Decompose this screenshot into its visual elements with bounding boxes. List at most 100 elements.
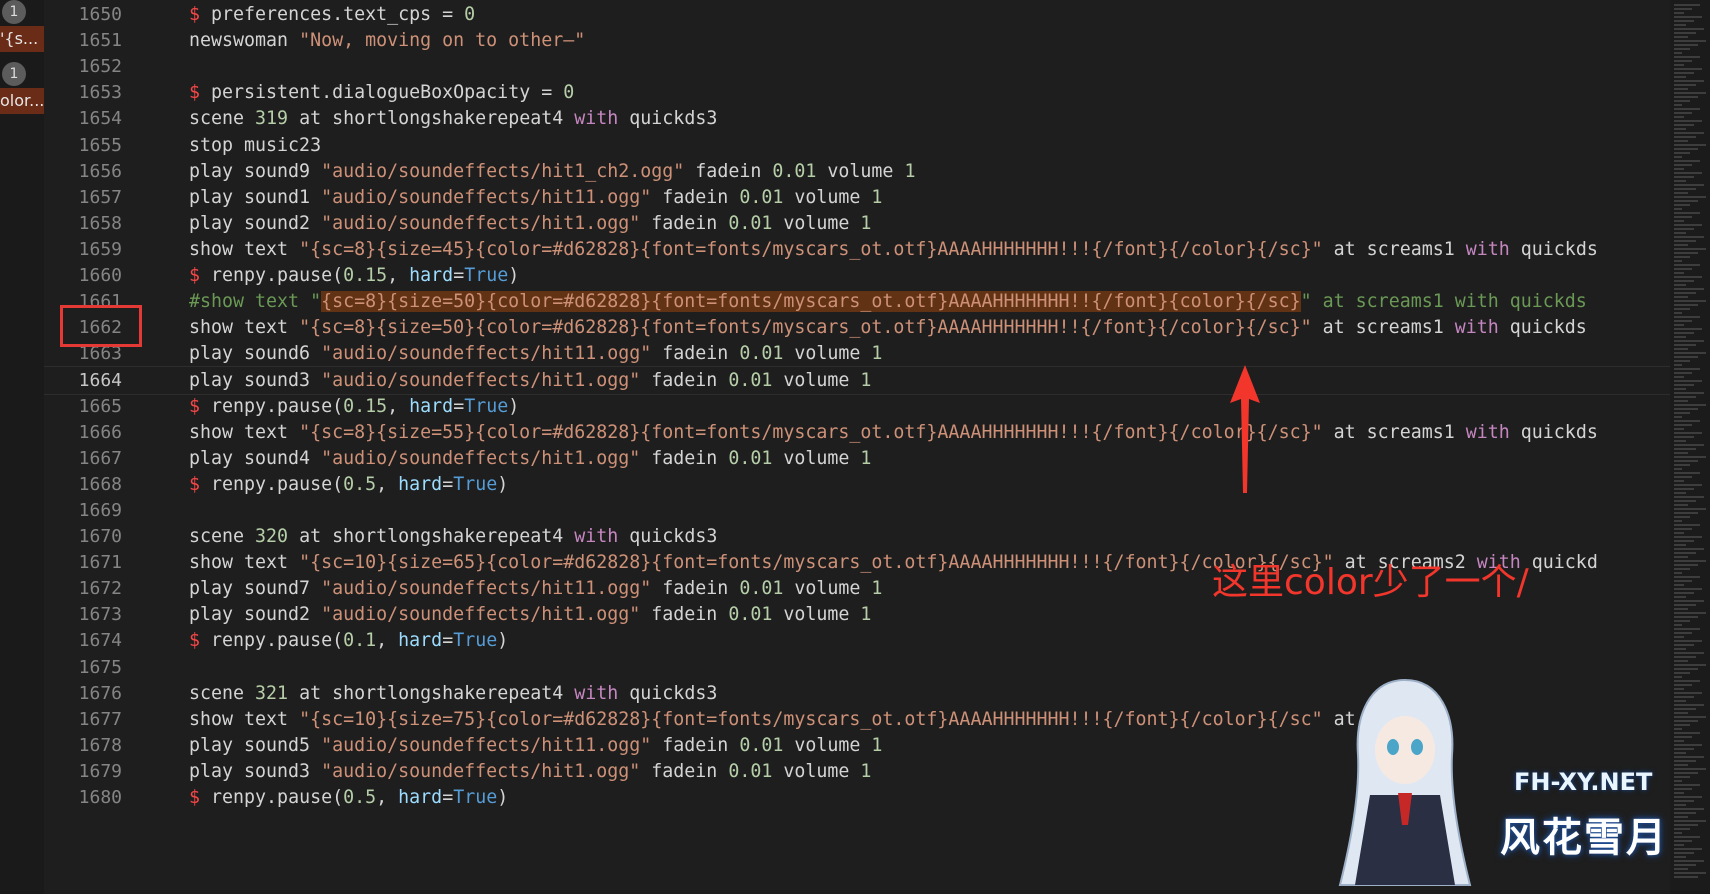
minimap-line bbox=[1674, 200, 1698, 202]
code-text[interactable]: show text "{sc=8}{size=50}{color=#d62828… bbox=[189, 314, 1587, 343]
minimap-line bbox=[1674, 492, 1686, 494]
code-line[interactable]: 1668 $ renpy.pause(0.5, hard=True) bbox=[44, 471, 1670, 500]
minimap-line bbox=[1674, 168, 1684, 170]
code-line[interactable]: 1656 play sound9 "audio/soundeffects/hit1… bbox=[44, 158, 1670, 187]
minimap-line bbox=[1674, 820, 1706, 822]
minimap-line bbox=[1674, 852, 1694, 854]
minimap-line bbox=[1674, 328, 1702, 330]
code-line[interactable]: 1664 play sound3 "audio/soundeffects/hit1… bbox=[44, 366, 1670, 395]
code-text[interactable]: $ preferences.text_cps = 0 bbox=[189, 1, 475, 30]
minimap-line bbox=[1674, 196, 1706, 198]
code-text[interactable]: scene 321 at shortlongshakerepeat4 with … bbox=[189, 680, 717, 709]
code-line[interactable]: 1673 play sound2 "audio/soundeffects/hit1… bbox=[44, 601, 1670, 630]
minimap-line bbox=[1674, 572, 1682, 574]
minimap-line bbox=[1674, 280, 1694, 282]
minimap-line bbox=[1674, 736, 1692, 738]
minimap-line bbox=[1674, 848, 1702, 850]
minimap-line bbox=[1674, 360, 1690, 362]
code-line[interactable]: 1659 show text "{sc=8}{size=45}{color=#d6… bbox=[44, 236, 1670, 265]
minimap-line bbox=[1674, 524, 1700, 526]
minimap-line bbox=[1674, 452, 1688, 454]
code-line[interactable]: 1667 play sound4 "audio/soundeffects/hit1… bbox=[44, 445, 1670, 474]
watermark-logo: 风花雪月 bbox=[1500, 815, 1668, 861]
code-line[interactable]: 1665 $ renpy.pause(0.15, hard=True) bbox=[44, 393, 1670, 422]
code-text[interactable]: stop music23 bbox=[189, 132, 321, 161]
code-text[interactable]: play sound7 "audio/soundeffects/hit11.og… bbox=[189, 575, 882, 604]
minimap-line bbox=[1674, 12, 1684, 14]
code-line[interactable]: 1655 stop music23 bbox=[44, 132, 1670, 161]
minimap-line bbox=[1674, 440, 1686, 442]
code-line[interactable]: 1653 $ persistent.dialogueBoxOpacity = 0 bbox=[44, 79, 1670, 108]
minimap-line bbox=[1674, 120, 1702, 122]
code-text[interactable]: play sound5 "audio/soundeffects/hit11.og… bbox=[189, 732, 882, 761]
code-text[interactable]: play sound3 "audio/soundeffects/hit1.ogg… bbox=[189, 758, 871, 787]
minimap-line bbox=[1674, 108, 1700, 110]
minimap-line bbox=[1674, 176, 1694, 178]
line-number: 1668 bbox=[78, 473, 122, 495]
code-text[interactable]: show text "{sc=8}{size=55}{color=#d62828… bbox=[189, 419, 1598, 448]
minimap-line bbox=[1674, 316, 1700, 318]
code-text[interactable]: $ persistent.dialogueBoxOpacity = 0 bbox=[189, 79, 574, 108]
minimap-line bbox=[1674, 428, 1684, 430]
code-text[interactable]: $ renpy.pause(0.1, hard=True) bbox=[189, 627, 508, 656]
code-text[interactable]: play sound9 "audio/soundeffects/hit1_ch2… bbox=[189, 158, 915, 187]
code-text[interactable]: $ renpy.pause(0.5, hard=True) bbox=[189, 784, 508, 813]
code-text[interactable]: #show text "{sc=8}{size=50}{color=#d6282… bbox=[189, 288, 1587, 317]
code-line[interactable]: 1657 play sound1 "audio/soundeffects/hit1… bbox=[44, 184, 1670, 213]
line-number: 1659 bbox=[78, 238, 122, 260]
minimap-line bbox=[1674, 664, 1706, 666]
minimap-line bbox=[1674, 752, 1686, 754]
minimap-line bbox=[1674, 20, 1694, 22]
minimap-line bbox=[1674, 156, 1682, 158]
code-line[interactable]: 1670 scene 320 at shortlongshakerepeat4 w… bbox=[44, 523, 1670, 552]
minimap-line bbox=[1674, 348, 1688, 350]
line-number: 1669 bbox=[78, 499, 122, 521]
code-line[interactable]: 1660 $ renpy.pause(0.15, hard=True) bbox=[44, 262, 1670, 291]
minimap-line bbox=[1674, 384, 1694, 386]
code-line[interactable]: 1666 show text "{sc=8}{size=55}{color=#d6… bbox=[44, 419, 1670, 448]
minimap-line bbox=[1674, 148, 1698, 150]
minimap-line bbox=[1674, 24, 1686, 26]
minimap[interactable] bbox=[1670, 0, 1710, 894]
code-text[interactable]: play sound1 "audio/soundeffects/hit11.og… bbox=[189, 184, 882, 213]
minimap-line bbox=[1674, 476, 1692, 478]
minimap-line bbox=[1674, 724, 1690, 726]
line-number: 1656 bbox=[78, 160, 122, 182]
code-text[interactable]: play sound4 "audio/soundeffects/hit1.ogg… bbox=[189, 445, 871, 474]
code-line[interactable]: 1669 bbox=[44, 497, 1670, 526]
minimap-line bbox=[1674, 208, 1682, 210]
minimap-line bbox=[1674, 780, 1682, 782]
code-text[interactable]: play sound2 "audio/soundeffects/hit1.ogg… bbox=[189, 210, 871, 239]
minimap-line bbox=[1674, 64, 1684, 66]
minimap-line bbox=[1674, 484, 1702, 486]
code-text[interactable]: $ renpy.pause(0.5, hard=True) bbox=[189, 471, 508, 500]
code-text[interactable]: scene 320 at shortlongshakerepeat4 with … bbox=[189, 523, 717, 552]
code-line[interactable]: 1674 $ renpy.pause(0.1, hard=True) bbox=[44, 627, 1670, 656]
minimap-line bbox=[1674, 188, 1696, 190]
code-text[interactable]: $ renpy.pause(0.15, hard=True) bbox=[189, 393, 519, 422]
minimap-line bbox=[1674, 592, 1694, 594]
code-text[interactable]: play sound2 "audio/soundeffects/hit1.ogg… bbox=[189, 601, 871, 630]
minimap-line bbox=[1674, 528, 1692, 530]
minimap-line bbox=[1674, 140, 1688, 142]
minimap-line bbox=[1674, 264, 1700, 266]
code-text[interactable]: play sound6 "audio/soundeffects/hit11.og… bbox=[189, 340, 882, 369]
code-text[interactable]: newswoman "Now, moving on to other—" bbox=[189, 27, 585, 56]
code-text[interactable]: show text "{sc=8}{size=45}{color=#d62828… bbox=[189, 236, 1598, 265]
code-line[interactable]: 1663 play sound6 "audio/soundeffects/hit1… bbox=[44, 340, 1670, 369]
minimap-line bbox=[1674, 828, 1690, 830]
code-line[interactable]: 1661 #show text "{sc=8}{size=50}{color=#d… bbox=[44, 288, 1670, 317]
code-text[interactable]: show text "{sc=10}{size=75}{color=#d6282… bbox=[189, 706, 1444, 735]
line-number: 1675 bbox=[78, 656, 122, 678]
code-line[interactable]: 1651 newswoman "Now, moving on to other—" bbox=[44, 27, 1670, 56]
code-line[interactable]: 1650 $ preferences.text_cps = 0 bbox=[44, 1, 1670, 30]
code-text[interactable]: scene 319 at shortlongshakerepeat4 with … bbox=[189, 105, 717, 134]
code-text[interactable]: $ renpy.pause(0.15, hard=True) bbox=[189, 262, 519, 291]
minimap-line bbox=[1674, 692, 1702, 694]
minimap-line bbox=[1674, 376, 1684, 378]
code-line[interactable]: 1658 play sound2 "audio/soundeffects/hit1… bbox=[44, 210, 1670, 239]
minimap-line bbox=[1674, 708, 1696, 710]
code-line[interactable]: 1662 show text "{sc=8}{size=50}{color=#d6… bbox=[44, 314, 1670, 343]
code-line[interactable]: 1652 bbox=[44, 53, 1670, 82]
code-line[interactable]: 1654 scene 319 at shortlongshakerepeat4 w… bbox=[44, 105, 1670, 134]
